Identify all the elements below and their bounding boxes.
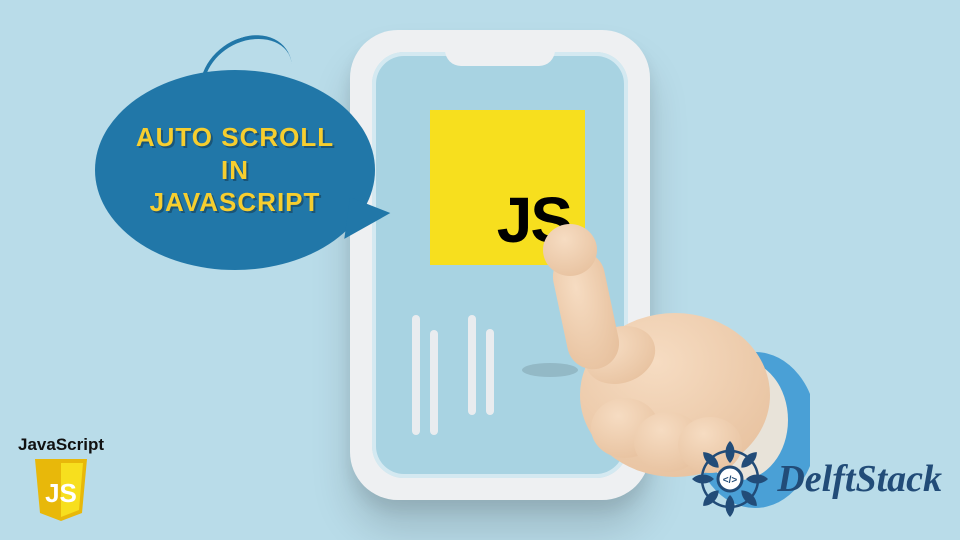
svg-text:JS: JS xyxy=(45,478,77,508)
scroll-lines-right xyxy=(468,315,494,415)
svg-text:</>: </> xyxy=(723,475,738,486)
javascript-badge-label: JavaScript xyxy=(18,435,104,455)
phone-notch xyxy=(445,38,555,66)
delftstack-logo: </> DelftStack xyxy=(689,438,942,520)
scroll-lines-left xyxy=(412,315,438,435)
js-shield-icon: JS xyxy=(31,457,91,523)
bubble-line-3: JAVASCRIPT xyxy=(136,186,334,219)
bubble-line-1: AUTO SCROLL xyxy=(136,121,334,154)
speech-bubble: AUTO SCROLL IN JAVASCRIPT xyxy=(95,70,375,270)
delftstack-emblem-icon: </> xyxy=(689,438,771,520)
delftstack-name: DelftStack xyxy=(777,457,942,501)
bubble-title: AUTO SCROLL IN JAVASCRIPT xyxy=(136,121,334,219)
bubble-line-2: IN xyxy=(136,154,334,187)
javascript-badge: JavaScript JS xyxy=(18,435,104,528)
